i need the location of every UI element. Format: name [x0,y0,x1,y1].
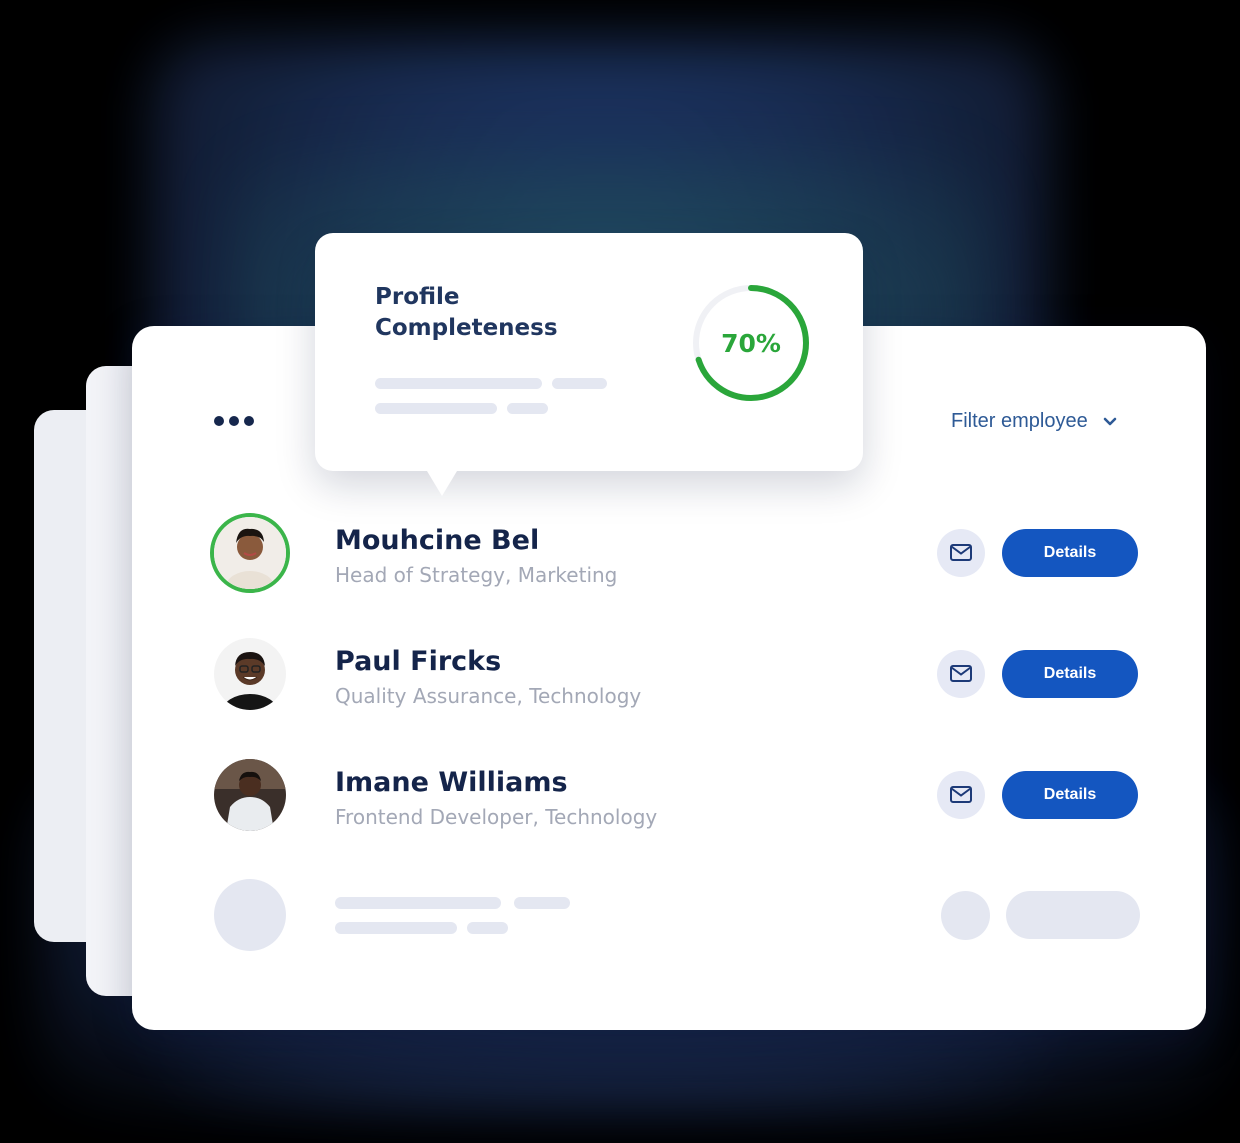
employee-row[interactable]: Imane Williams Frontend Developer, Techn… [210,759,1140,843]
filter-employee-label: Filter employee [951,410,1088,432]
details-button[interactable]: Details [1002,529,1138,577]
skeleton-line [335,922,457,934]
employee-name: Mouhcine Bel [335,525,540,556]
completeness-value: 70% [721,328,781,358]
skeleton-line [552,378,607,389]
mail-icon [950,544,972,561]
employee-role: Frontend Developer, Technology [335,805,658,829]
employee-role: Quality Assurance, Technology [335,684,642,708]
skeleton-line [335,897,501,909]
more-options-icon[interactable] [214,416,254,426]
mail-button[interactable] [937,771,985,819]
filter-employee-dropdown[interactable]: Filter employee [951,410,1118,433]
employee-row[interactable]: Mouhcine Bel Head of Strategy, Marketing… [210,513,1140,601]
mail-button[interactable] [937,529,985,577]
employee-name: Imane Williams [335,767,568,798]
avatar [214,759,286,831]
profile-completeness-title: Profile Completeness [375,284,558,341]
employee-name: Paul Fircks [335,646,502,677]
skeleton-line [467,922,508,934]
skeleton-line [514,897,570,909]
mail-icon [950,665,972,682]
chevron-down-icon [1103,417,1117,425]
skeleton-line [375,378,542,389]
details-button[interactable]: Details [1002,650,1138,698]
completeness-ring: 70% [690,282,812,404]
skeleton-icon-button [941,891,990,940]
mail-button[interactable] [937,650,985,698]
skeleton-line [375,403,497,414]
popover-pointer [424,466,460,496]
employee-row[interactable]: Paul Fircks Quality Assurance, Technolog… [210,638,1140,722]
avatar [214,638,286,710]
details-button[interactable]: Details [1002,771,1138,819]
avatar [210,513,290,593]
skeleton-button [1006,891,1140,939]
mail-icon [950,786,972,803]
skeleton-avatar [214,879,286,951]
skeleton-line [507,403,548,414]
employee-role: Head of Strategy, Marketing [335,563,618,587]
